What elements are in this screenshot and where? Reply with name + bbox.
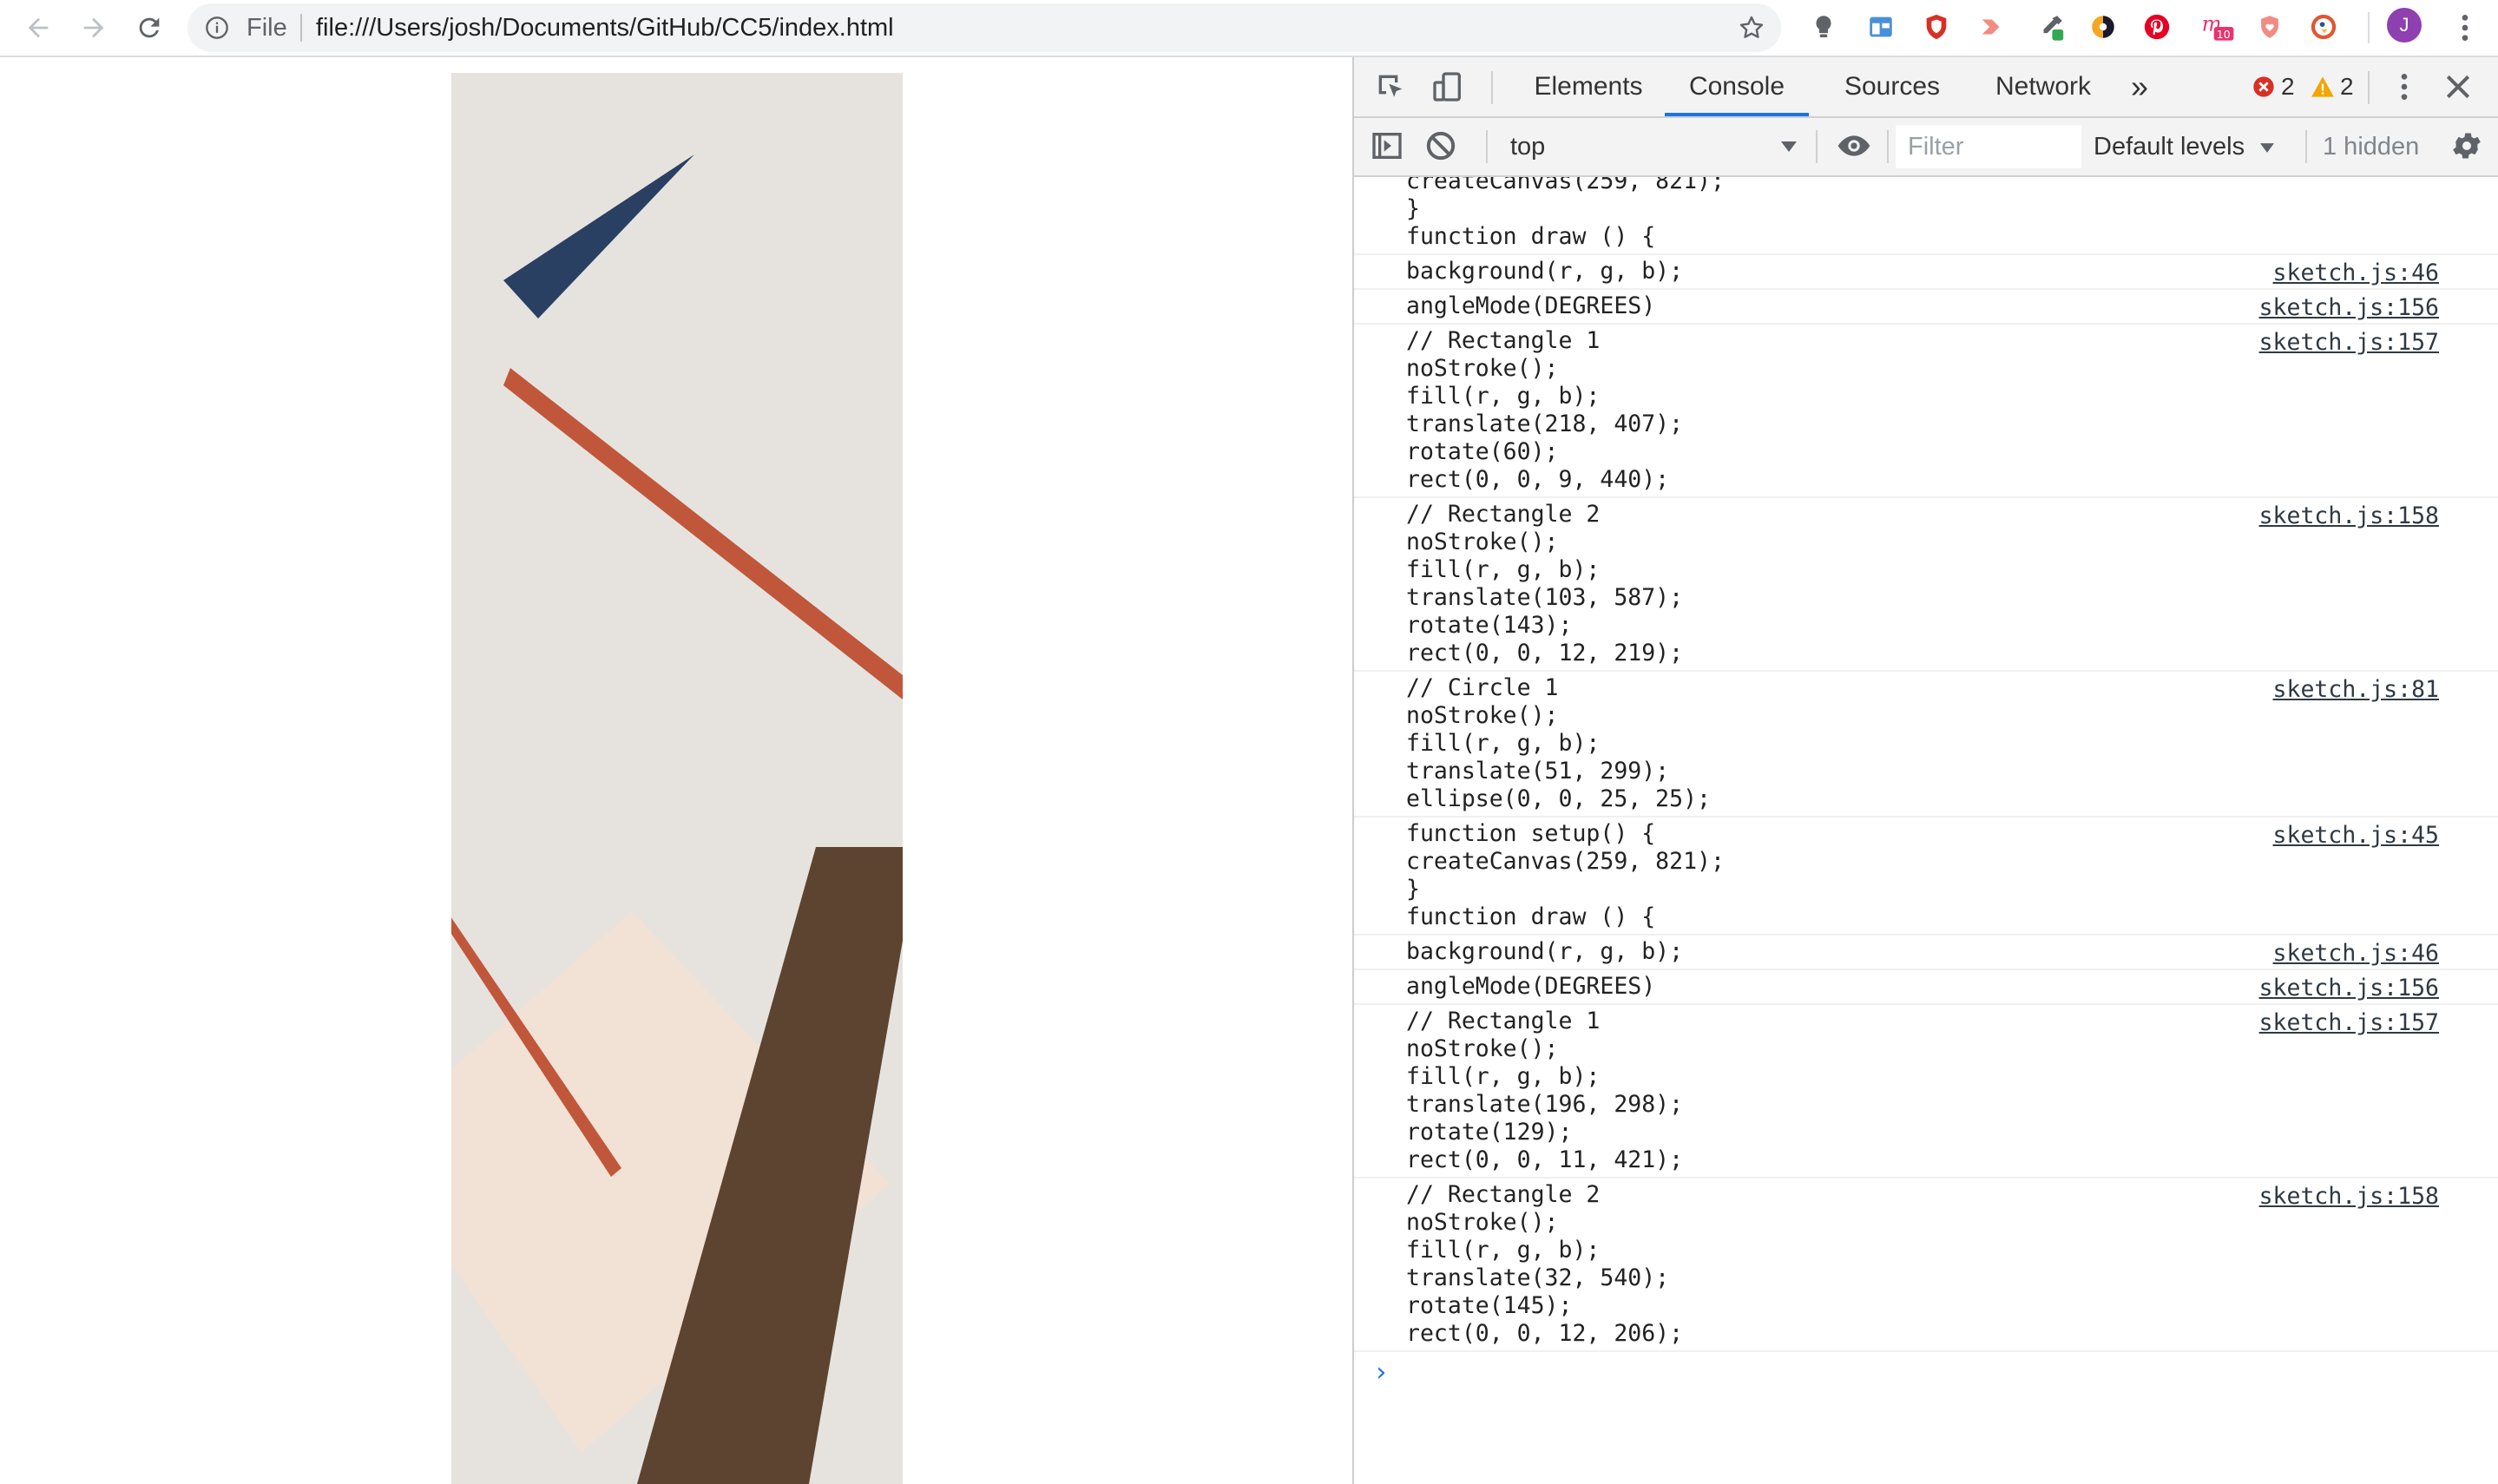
console-message: // Rectangle 1 noStroke(); fill(r, g, b)…	[1354, 325, 2498, 498]
svg-text:10: 10	[2217, 29, 2231, 42]
back-button[interactable]	[17, 7, 59, 49]
profile-avatar[interactable]: J	[2387, 8, 2422, 43]
console-message: // Circle 1 noStroke(); fill(r, g, b); t…	[1354, 672, 2498, 818]
extension-lightbulb-icon[interactable]	[1807, 10, 1840, 43]
console-message: function setup() { createCanvas(259, 821…	[1354, 818, 2498, 936]
reload-icon	[139, 17, 160, 38]
context-selector[interactable]: top	[1510, 127, 1805, 167]
device-toolbar-icon[interactable]	[1430, 69, 1465, 104]
console-message: angleMode(DEGREES) sketch.js:156	[1354, 970, 2498, 1005]
console-toolbar: top Default levels 1 hidden	[1354, 118, 2498, 177]
browser-toolbar: File file:///Users/josh/Documents/GitHub…	[0, 0, 2498, 57]
sidebar-toggle-icon[interactable]	[1370, 128, 1404, 163]
tab-network[interactable]: Network	[1974, 57, 2113, 116]
omnibox-divider	[300, 14, 302, 42]
devtools-menu-icon[interactable]	[2387, 69, 2422, 104]
more-tabs-button[interactable]: »	[2118, 57, 2161, 116]
star-icon[interactable]	[1738, 14, 1765, 42]
scheme-label: File	[247, 14, 287, 42]
warning-counter[interactable]: 2	[2311, 71, 2354, 102]
arrow-left-icon	[28, 17, 49, 38]
extension-play-icon[interactable]	[1975, 10, 2008, 43]
prompt-caret-icon: ›	[1373, 1357, 1390, 1388]
source-link[interactable]: sketch.js:158	[2259, 1183, 2439, 1211]
console-message: // Rectangle 1 noStroke(); fill(r, g, b)…	[1354, 1005, 2498, 1179]
console-messages[interactable]: createCanvas(259, 821); } function draw …	[1354, 177, 2498, 1484]
console-message: angleMode(DEGREES) sketch.js:156	[1354, 290, 2498, 325]
console-prompt[interactable]: ›	[1354, 1352, 2498, 1395]
page-viewport	[0, 57, 1352, 1484]
extension-duck-icon[interactable]	[2307, 10, 2340, 43]
inspect-element-icon[interactable]	[1373, 69, 1408, 104]
extension-eyedropper-icon[interactable]	[2035, 10, 2067, 43]
warning-count: 2	[2340, 73, 2354, 100]
close-icon[interactable]	[2441, 69, 2475, 104]
console-message: // Rectangle 2 noStroke(); fill(r, g, b)…	[1354, 1179, 2498, 1352]
error-icon	[2253, 76, 2274, 97]
toolbar-divider	[2305, 130, 2307, 163]
forward-button[interactable]	[73, 7, 115, 49]
log-levels-label: Default levels	[2094, 133, 2245, 161]
source-link[interactable]: sketch.js:45	[2273, 822, 2439, 850]
tab-console[interactable]: Console	[1665, 57, 1809, 116]
tab-sources[interactable]: Sources	[1823, 57, 1962, 116]
console-message: background(r, g, b); sketch.js:46	[1354, 255, 2498, 290]
sketch-drawing	[451, 73, 903, 1484]
toolbar-divider	[1816, 130, 1818, 163]
devtools-tabbar: Elements Console Sources Network » 2 2	[1354, 57, 2498, 118]
toolbar-divider	[1486, 130, 1488, 163]
extension-m-icon[interactable]: m 10	[2198, 10, 2238, 43]
settings-gear-icon[interactable]	[2449, 128, 2484, 163]
devtools-divider	[2368, 71, 2370, 104]
source-link[interactable]: sketch.js:81	[2273, 676, 2439, 704]
source-link[interactable]: sketch.js:156	[2259, 294, 2439, 322]
source-link[interactable]: sketch.js:157	[2259, 1009, 2439, 1037]
devtools-divider	[1491, 71, 1493, 104]
address-bar[interactable]: File file:///Users/josh/Documents/GitHub…	[187, 3, 1781, 52]
clear-console-icon[interactable]	[1423, 128, 1458, 163]
arrow-right-icon	[83, 17, 104, 38]
source-link[interactable]: sketch.js:46	[2273, 940, 2439, 968]
extension-shield-icon[interactable]	[1920, 10, 1953, 43]
console-list: createCanvas(259, 821); } function draw …	[1354, 177, 2498, 1395]
toolbar-divider	[1887, 130, 1889, 163]
active-tab-indicator	[1665, 113, 1809, 116]
tab-elements[interactable]: Elements	[1519, 57, 1658, 116]
extension-window-icon[interactable]	[1864, 10, 1897, 43]
source-link[interactable]: sketch.js:157	[2259, 329, 2439, 357]
warning-icon	[2311, 76, 2334, 97]
source-link[interactable]: sketch.js:156	[2259, 975, 2439, 1002]
more-vertical-icon[interactable]	[2448, 9, 2482, 47]
chevron-down-icon	[1781, 141, 1797, 152]
extension-sync-icon[interactable]	[2087, 10, 2120, 43]
source-link[interactable]: sketch.js:158	[2259, 502, 2439, 530]
sketch-canvas[interactable]	[451, 73, 903, 1484]
info-icon[interactable]	[205, 16, 229, 40]
reload-button[interactable]	[128, 7, 170, 49]
hidden-messages-count: 1 hidden	[2323, 133, 2420, 161]
url-text[interactable]: file:///Users/josh/Documents/GitHub/CC5/…	[316, 14, 894, 43]
chevron-down-icon	[2260, 143, 2275, 153]
log-levels-dropdown[interactable]: Default levels	[2094, 127, 2275, 167]
toolbar-divider	[2368, 12, 2370, 43]
console-message-text: createCanvas(259, 821); } function draw …	[1406, 177, 1725, 250]
devtools-panel: Elements Console Sources Network » 2 2 t…	[1352, 57, 2498, 1484]
extension-shield-heart-icon[interactable]	[2253, 10, 2286, 43]
context-value: top	[1510, 133, 1546, 161]
console-message: background(r, g, b); sketch.js:46	[1354, 936, 2498, 970]
error-count: 2	[2281, 73, 2295, 100]
pinterest-icon[interactable]	[2140, 10, 2173, 43]
error-counter[interactable]: 2	[2251, 71, 2295, 102]
console-message: createCanvas(259, 821); } function draw …	[1354, 177, 2498, 255]
eye-icon[interactable]	[1837, 128, 1871, 163]
console-message: // Rectangle 2 noStroke(); fill(r, g, b)…	[1354, 498, 2498, 672]
filter-input[interactable]	[1896, 125, 2081, 168]
source-link[interactable]: sketch.js:46	[2273, 259, 2439, 287]
